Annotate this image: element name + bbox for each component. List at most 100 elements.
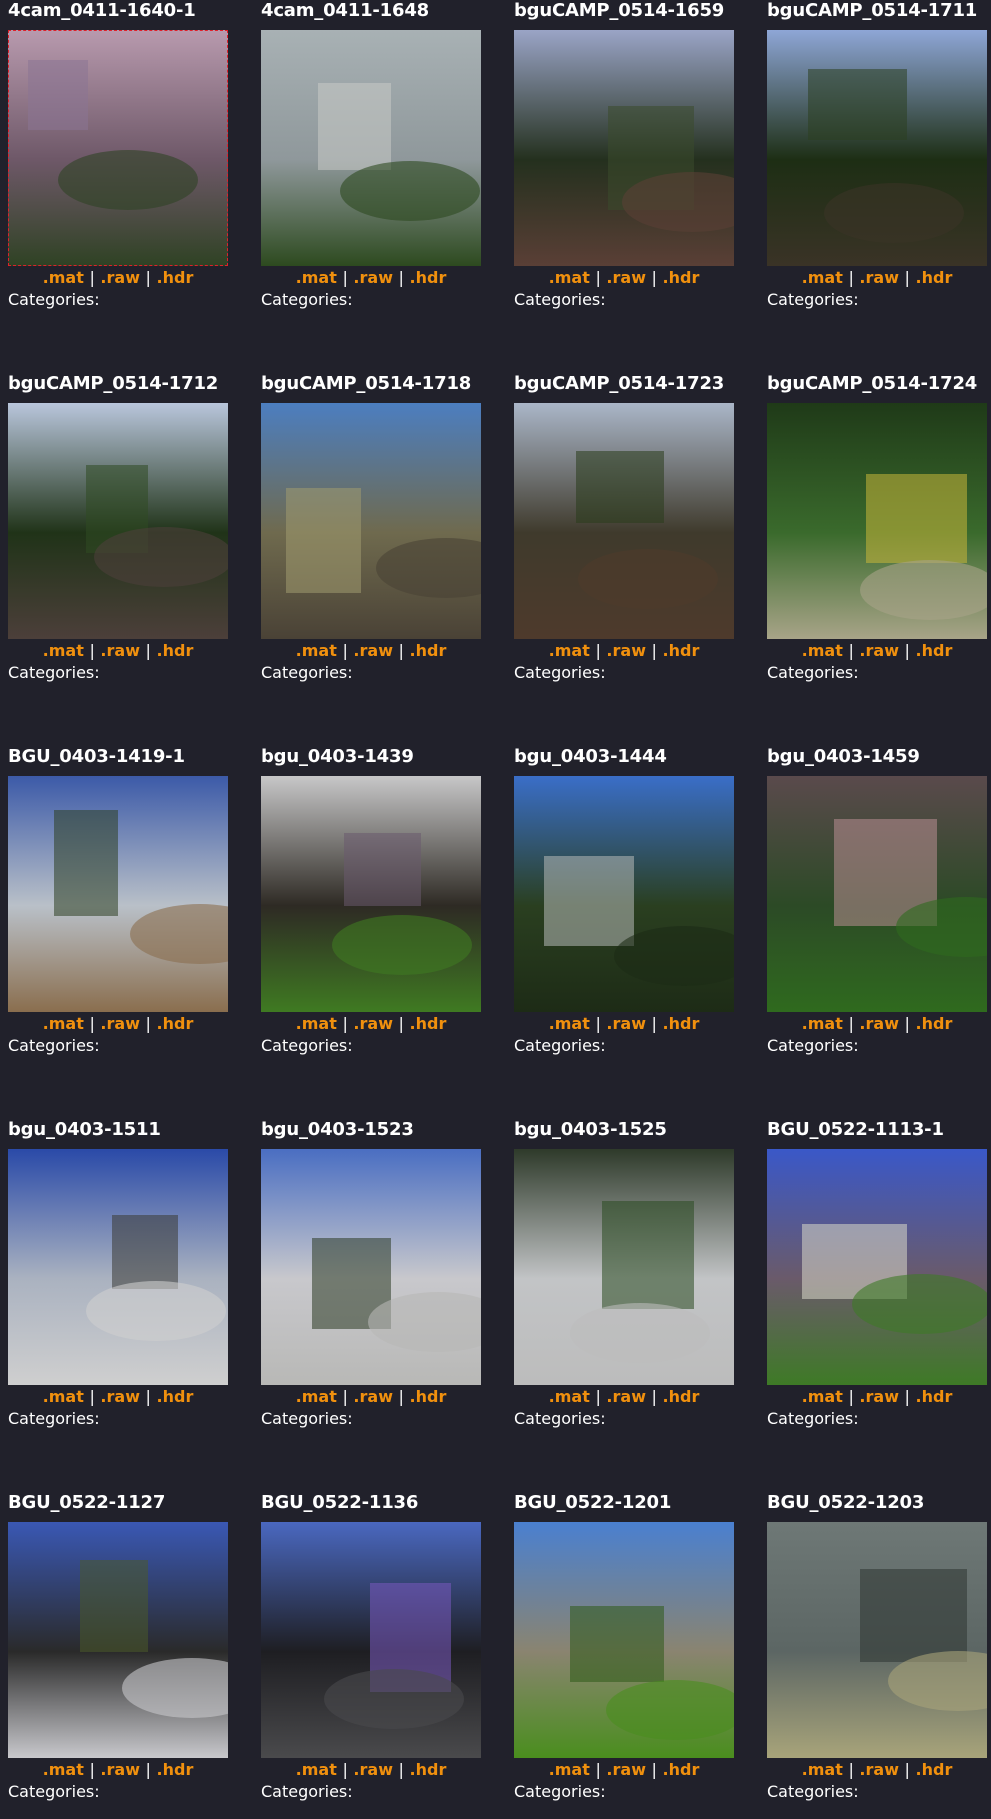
raw-link[interactable]: .raw [353,1760,393,1779]
mat-link[interactable]: .mat [296,1760,337,1779]
categories-label: Categories: [767,290,859,309]
download-links: .mat | .raw | .hdr [8,1760,228,1780]
hdr-link[interactable]: .hdr [410,1387,447,1406]
photo-placeholder [514,1149,734,1385]
separator: | [904,641,910,660]
hdr-link[interactable]: .hdr [916,1014,953,1033]
mat-link[interactable]: .mat [802,268,843,287]
categories-label: Categories: [261,1409,353,1428]
raw-link[interactable]: .raw [353,1014,393,1033]
raw-link[interactable]: .raw [859,1387,899,1406]
image-thumbnail[interactable] [514,1149,734,1385]
download-links: .mat | .raw | .hdr [261,641,481,661]
mat-link[interactable]: .mat [296,1387,337,1406]
image-thumbnail[interactable] [514,403,734,639]
image-thumbnail[interactable] [767,1149,987,1385]
mat-link[interactable]: .mat [43,1014,84,1033]
photo-placeholder [261,1149,481,1385]
raw-link[interactable]: .raw [606,1014,646,1033]
mat-link[interactable]: .mat [549,641,590,660]
hdr-link[interactable]: .hdr [916,641,953,660]
raw-link[interactable]: .raw [100,641,140,660]
image-thumbnail[interactable] [261,30,481,266]
image-thumbnail[interactable] [261,776,481,1012]
mat-link[interactable]: .mat [549,1760,590,1779]
hdr-link[interactable]: .hdr [916,1387,953,1406]
image-thumbnail[interactable] [8,776,228,1012]
raw-link[interactable]: .raw [100,1760,140,1779]
mat-link[interactable]: .mat [802,1014,843,1033]
mat-link[interactable]: .mat [43,641,84,660]
raw-link[interactable]: .raw [100,1387,140,1406]
mat-link[interactable]: .mat [549,268,590,287]
categories-label: Categories: [514,1409,606,1428]
hdr-link[interactable]: .hdr [663,1387,700,1406]
mat-link[interactable]: .mat [43,1760,84,1779]
image-thumbnail[interactable] [514,1522,734,1758]
mat-link[interactable]: .mat [296,268,337,287]
photo-placeholder [261,403,481,639]
download-links: .mat | .raw | .hdr [261,268,481,288]
hdr-link[interactable]: .hdr [157,268,194,287]
raw-link[interactable]: .raw [100,1014,140,1033]
raw-link[interactable]: .raw [606,1387,646,1406]
mat-link[interactable]: .mat [802,1387,843,1406]
image-thumbnail[interactable] [8,1522,228,1758]
image-thumbnail[interactable] [767,776,987,1012]
image-thumbnail[interactable] [261,1149,481,1385]
hdr-link[interactable]: .hdr [157,1760,194,1779]
hdr-link[interactable]: .hdr [157,1387,194,1406]
mat-link[interactable]: .mat [549,1387,590,1406]
mat-link[interactable]: .mat [549,1014,590,1033]
raw-link[interactable]: .raw [606,641,646,660]
hdr-link[interactable]: .hdr [916,268,953,287]
mat-link[interactable]: .mat [43,268,84,287]
hdr-link[interactable]: .hdr [663,268,700,287]
raw-link[interactable]: .raw [100,268,140,287]
raw-link[interactable]: .raw [353,1387,393,1406]
raw-link[interactable]: .raw [859,268,899,287]
categories-label: Categories: [514,290,606,309]
hdr-link[interactable]: .hdr [410,268,447,287]
image-title: BGU_0522-1136 [261,1492,419,1513]
hdr-link[interactable]: .hdr [916,1760,953,1779]
image-thumbnail[interactable] [514,30,734,266]
image-thumbnail[interactable] [8,403,228,639]
separator: | [595,1014,601,1033]
raw-link[interactable]: .raw [859,1760,899,1779]
hdr-link[interactable]: .hdr [663,1760,700,1779]
hdr-link[interactable]: .hdr [410,1014,447,1033]
hdr-link[interactable]: .hdr [410,641,447,660]
image-thumbnail[interactable] [261,1522,481,1758]
image-thumbnail[interactable] [261,403,481,639]
mat-link[interactable]: .mat [802,1760,843,1779]
hdr-link[interactable]: .hdr [663,641,700,660]
raw-link[interactable]: .raw [606,268,646,287]
image-thumbnail[interactable] [514,776,734,1012]
raw-link[interactable]: .raw [606,1760,646,1779]
separator: | [595,1387,601,1406]
mat-link[interactable]: .mat [296,641,337,660]
hdr-link[interactable]: .hdr [157,641,194,660]
raw-link[interactable]: .raw [353,268,393,287]
mat-link[interactable]: .mat [296,1014,337,1033]
raw-link[interactable]: .raw [353,641,393,660]
hdr-link[interactable]: .hdr [157,1014,194,1033]
hdr-link[interactable]: .hdr [663,1014,700,1033]
image-title: bgu_0403-1439 [261,746,414,767]
separator: | [342,268,348,287]
mat-link[interactable]: .mat [802,641,843,660]
image-thumbnail[interactable] [8,1149,228,1385]
separator: | [145,1760,151,1779]
image-thumbnail[interactable] [767,403,987,639]
image-thumbnail[interactable] [767,30,987,266]
raw-link[interactable]: .raw [859,641,899,660]
image-thumbnail[interactable] [767,1522,987,1758]
hdr-link[interactable]: .hdr [410,1760,447,1779]
download-links: .mat | .raw | .hdr [514,1014,734,1034]
separator: | [651,1760,657,1779]
image-thumbnail[interactable] [8,30,228,266]
raw-link[interactable]: .raw [859,1014,899,1033]
image-title: BGU_0522-1113-1 [767,1119,944,1140]
mat-link[interactable]: .mat [43,1387,84,1406]
